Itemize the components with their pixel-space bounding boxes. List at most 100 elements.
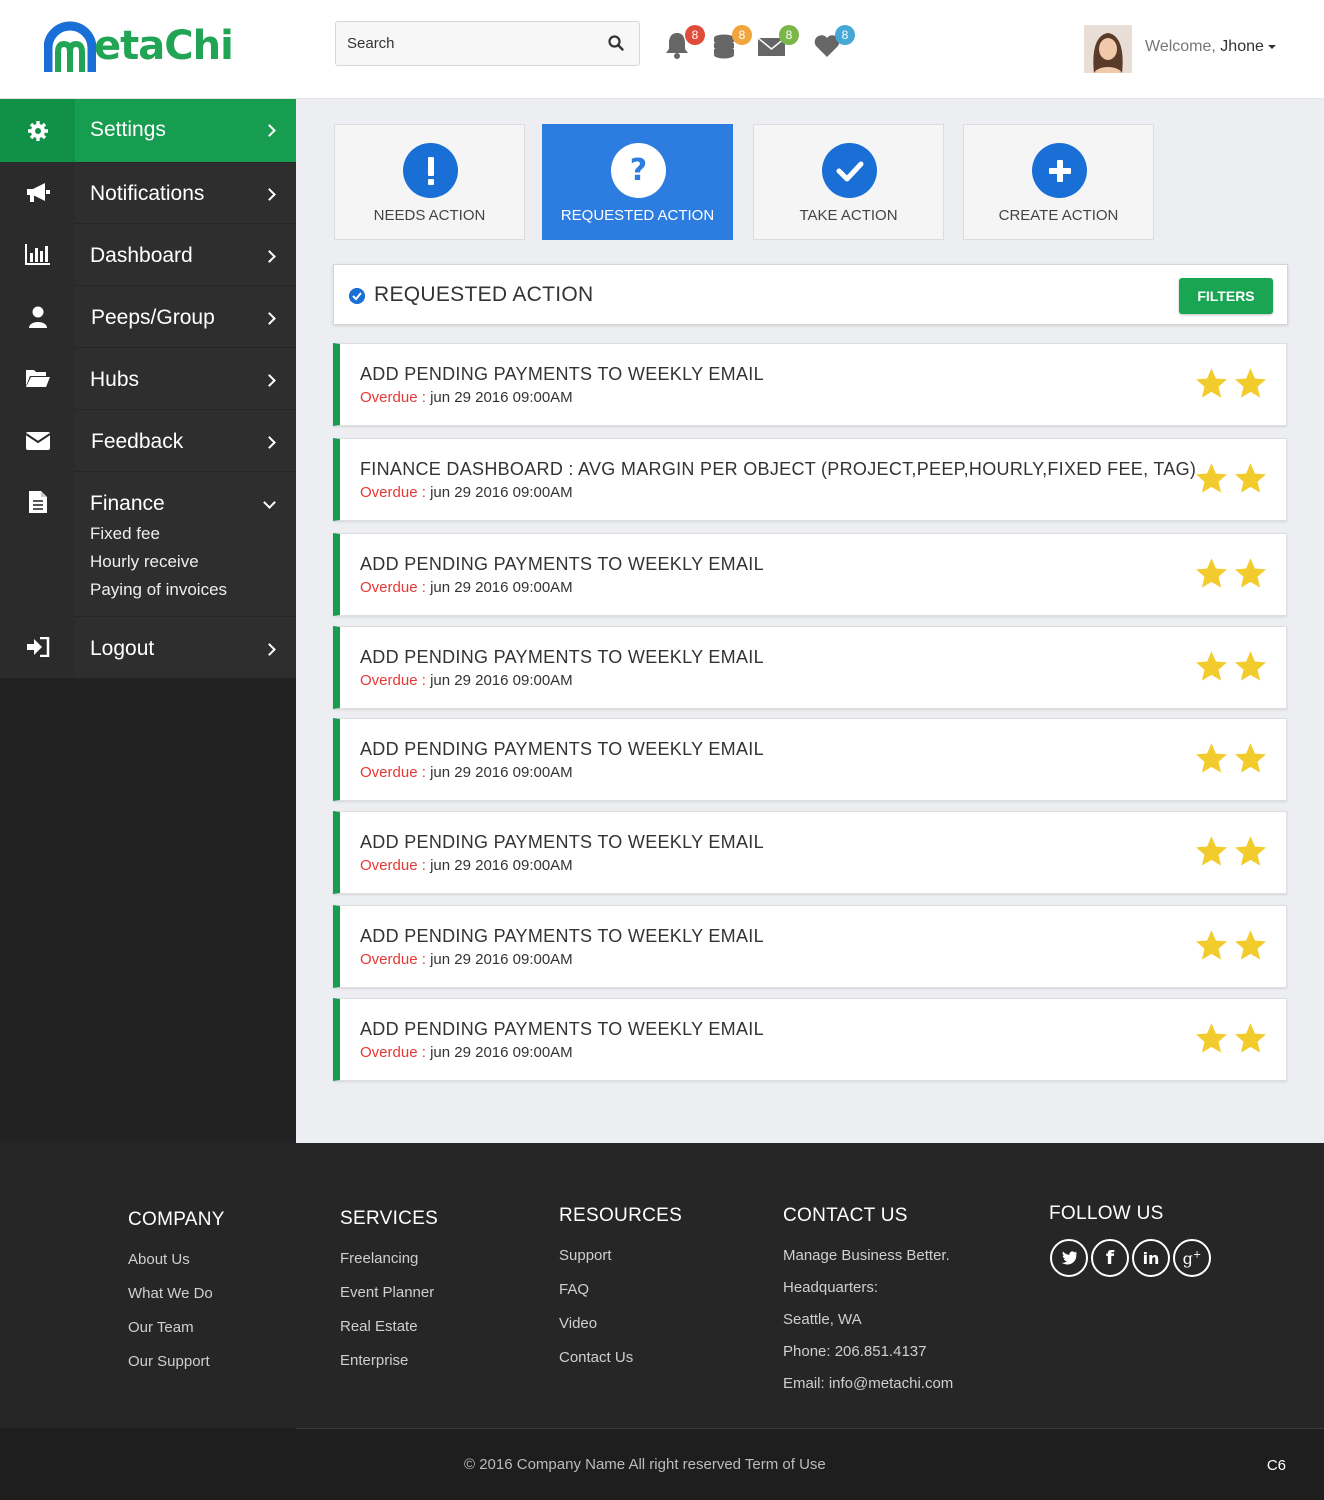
star-icon	[1235, 463, 1266, 493]
chevron-right-icon	[263, 124, 276, 137]
rating-stars[interactable]	[1194, 928, 1268, 963]
twitter-icon[interactable]	[1050, 1239, 1088, 1277]
rating-stars[interactable]	[1194, 556, 1268, 591]
folder-icon	[25, 370, 50, 387]
check-icon	[822, 143, 877, 198]
panel-title: REQUESTED ACTION	[374, 283, 594, 306]
sidebar-subitem-hourly-receive[interactable]: Hourly receive	[90, 552, 199, 572]
due-date: jun 29 2016 09:00AM	[430, 579, 573, 596]
star-icon	[1196, 558, 1227, 588]
star-icon	[1196, 463, 1227, 493]
logo-mark	[43, 18, 97, 74]
sidebar-subitem-paying-invoices[interactable]: Paying of invoices	[90, 580, 227, 600]
tile-take-action[interactable]: TAKE ACTION	[753, 124, 944, 240]
sidebar-label: Feedback	[91, 430, 184, 453]
sidebar-item-settings[interactable]: Settings	[0, 99, 296, 162]
footer-link-our-support[interactable]: Our Support	[128, 1353, 210, 1370]
footer-link-support[interactable]: Support	[559, 1247, 612, 1264]
document-icon	[28, 491, 47, 513]
rating-stars[interactable]	[1194, 461, 1268, 496]
action-card[interactable]: ADD PENDING PAYMENTS TO WEEKLY EMAIL Over…	[333, 718, 1287, 801]
footer-link-about-us[interactable]: About Us	[128, 1251, 190, 1268]
action-card[interactable]: ADD PENDING PAYMENTS TO WEEKLY EMAIL Over…	[333, 343, 1287, 426]
footer-services: SERVICES Freelancing Event Planner Real …	[340, 1208, 438, 1369]
footer-link-real-estate[interactable]: Real Estate	[340, 1318, 418, 1335]
coins-notification[interactable]: 8	[710, 25, 752, 60]
tile-needs-action[interactable]: NEEDS ACTION	[334, 124, 525, 240]
footer-link-enterprise[interactable]: Enterprise	[340, 1352, 408, 1369]
sidebar-label: Finance	[90, 492, 165, 515]
sidebar-icon-cell	[0, 285, 75, 347]
user-menu[interactable]: Welcome, Jhone	[1145, 38, 1276, 56]
action-title: FINANCE DASHBOARD : AVG MARGIN PER OBJEC…	[360, 459, 1197, 479]
filters-button[interactable]: FILTERS	[1179, 278, 1273, 314]
action-card[interactable]: ADD PENDING PAYMENTS TO WEEKLY EMAIL Over…	[333, 626, 1287, 709]
rating-stars[interactable]	[1194, 649, 1268, 684]
action-due: Overdue : jun 29 2016 09:00AM	[360, 389, 573, 406]
footer-link-freelancing[interactable]: Freelancing	[340, 1250, 418, 1267]
action-card[interactable]: ADD PENDING PAYMENTS TO WEEKLY EMAIL Over…	[333, 811, 1287, 894]
sidebar-label: Notifications	[90, 182, 205, 205]
footer-link-what-we-do[interactable]: What We Do	[128, 1285, 213, 1302]
footer-link-our-team[interactable]: Our Team	[128, 1319, 194, 1336]
chevron-right-icon	[263, 188, 276, 201]
search-input[interactable]	[336, 35, 586, 52]
star-icon	[1196, 651, 1227, 681]
overdue-label: Overdue	[360, 764, 418, 781]
welcome-label: Welcome,	[1145, 38, 1216, 55]
sidebar-item-notifications[interactable]: Notifications	[0, 162, 296, 223]
chevron-right-icon	[263, 436, 276, 449]
star-icon	[1196, 836, 1227, 866]
rating-stars[interactable]	[1194, 834, 1268, 869]
linkedin-icon[interactable]: in	[1132, 1239, 1170, 1277]
action-title: ADD PENDING PAYMENTS TO WEEKLY EMAIL	[360, 1019, 764, 1039]
rating-stars[interactable]	[1194, 741, 1268, 776]
footer-link-event-planner[interactable]: Event Planner	[340, 1284, 434, 1301]
action-card[interactable]: ADD PENDING PAYMENTS TO WEEKLY EMAIL Over…	[333, 905, 1287, 988]
plus-icon	[1032, 143, 1087, 198]
footer-link-contact-us[interactable]: Contact Us	[559, 1349, 633, 1366]
divider	[296, 1428, 1324, 1429]
footer-contact-line: Headquarters:	[783, 1279, 879, 1296]
footer-link-video[interactable]: Video	[559, 1315, 597, 1332]
mail-notification[interactable]: 8	[757, 25, 799, 60]
page-code: C6	[1266, 1457, 1286, 1474]
user-avatar[interactable]	[1084, 25, 1132, 73]
bottom-bar: © 2016 Company Name All right reserved T…	[0, 1428, 1324, 1500]
action-card[interactable]: ADD PENDING PAYMENTS TO WEEKLY EMAIL Over…	[333, 533, 1287, 616]
sidebar-item-dashboard[interactable]: Dashboard	[0, 223, 296, 285]
sidebar-icon-cell	[0, 471, 75, 616]
sidebar-item-peeps-group[interactable]: Peeps/Group	[0, 285, 296, 347]
footer-heading: CONTACT US	[783, 1205, 908, 1226]
sidebar-icon-cell	[0, 409, 75, 471]
rating-stars[interactable]	[1194, 1021, 1268, 1056]
sidebar-item-feedback[interactable]: Feedback	[0, 409, 296, 471]
action-card[interactable]: FINANCE DASHBOARD : AVG MARGIN PER OBJEC…	[333, 438, 1287, 521]
due-date: jun 29 2016 09:00AM	[430, 484, 573, 501]
tile-create-action[interactable]: CREATE ACTION	[963, 124, 1154, 240]
search-box[interactable]	[335, 21, 640, 66]
sidebar-item-finance[interactable]: Finance Fixed fee Hourly receive Paying …	[0, 471, 296, 616]
action-card[interactable]: ADD PENDING PAYMENTS TO WEEKLY EMAIL Over…	[333, 998, 1287, 1081]
user-icon	[28, 306, 47, 328]
footer-contact-phone: Phone: 206.851.4137	[783, 1343, 927, 1360]
google-plus-icon[interactable]: g+	[1173, 1239, 1211, 1277]
tile-requested-action[interactable]: ? REQUESTED ACTION	[542, 124, 733, 240]
footer-link-faq[interactable]: FAQ	[559, 1281, 589, 1298]
action-title: ADD PENDING PAYMENTS TO WEEKLY EMAIL	[360, 647, 764, 667]
heart-notification[interactable]: 8	[813, 25, 855, 60]
search-icon[interactable]	[607, 34, 625, 52]
footer-contact-email[interactable]: Email: info@metachi.com	[783, 1375, 953, 1392]
facebook-icon[interactable]: f	[1091, 1239, 1129, 1277]
star-icon	[1196, 368, 1227, 398]
sidebar-label: Peeps/Group	[91, 306, 215, 329]
footer-company: COMPANY About Us What We Do Our Team Our…	[128, 1209, 225, 1370]
sidebar-subitem-fixed-fee[interactable]: Fixed fee	[90, 524, 160, 544]
sidebar-item-hubs[interactable]: Hubs	[0, 347, 296, 409]
mail-badge: 8	[779, 25, 799, 45]
sidebar-item-logout[interactable]: Logout	[0, 616, 296, 678]
action-due: Overdue : jun 29 2016 09:00AM	[360, 951, 573, 968]
bell-notification[interactable]: 8	[663, 25, 705, 60]
rating-stars[interactable]	[1194, 366, 1268, 401]
metachi-logo[interactable]: etaChi	[43, 16, 234, 76]
